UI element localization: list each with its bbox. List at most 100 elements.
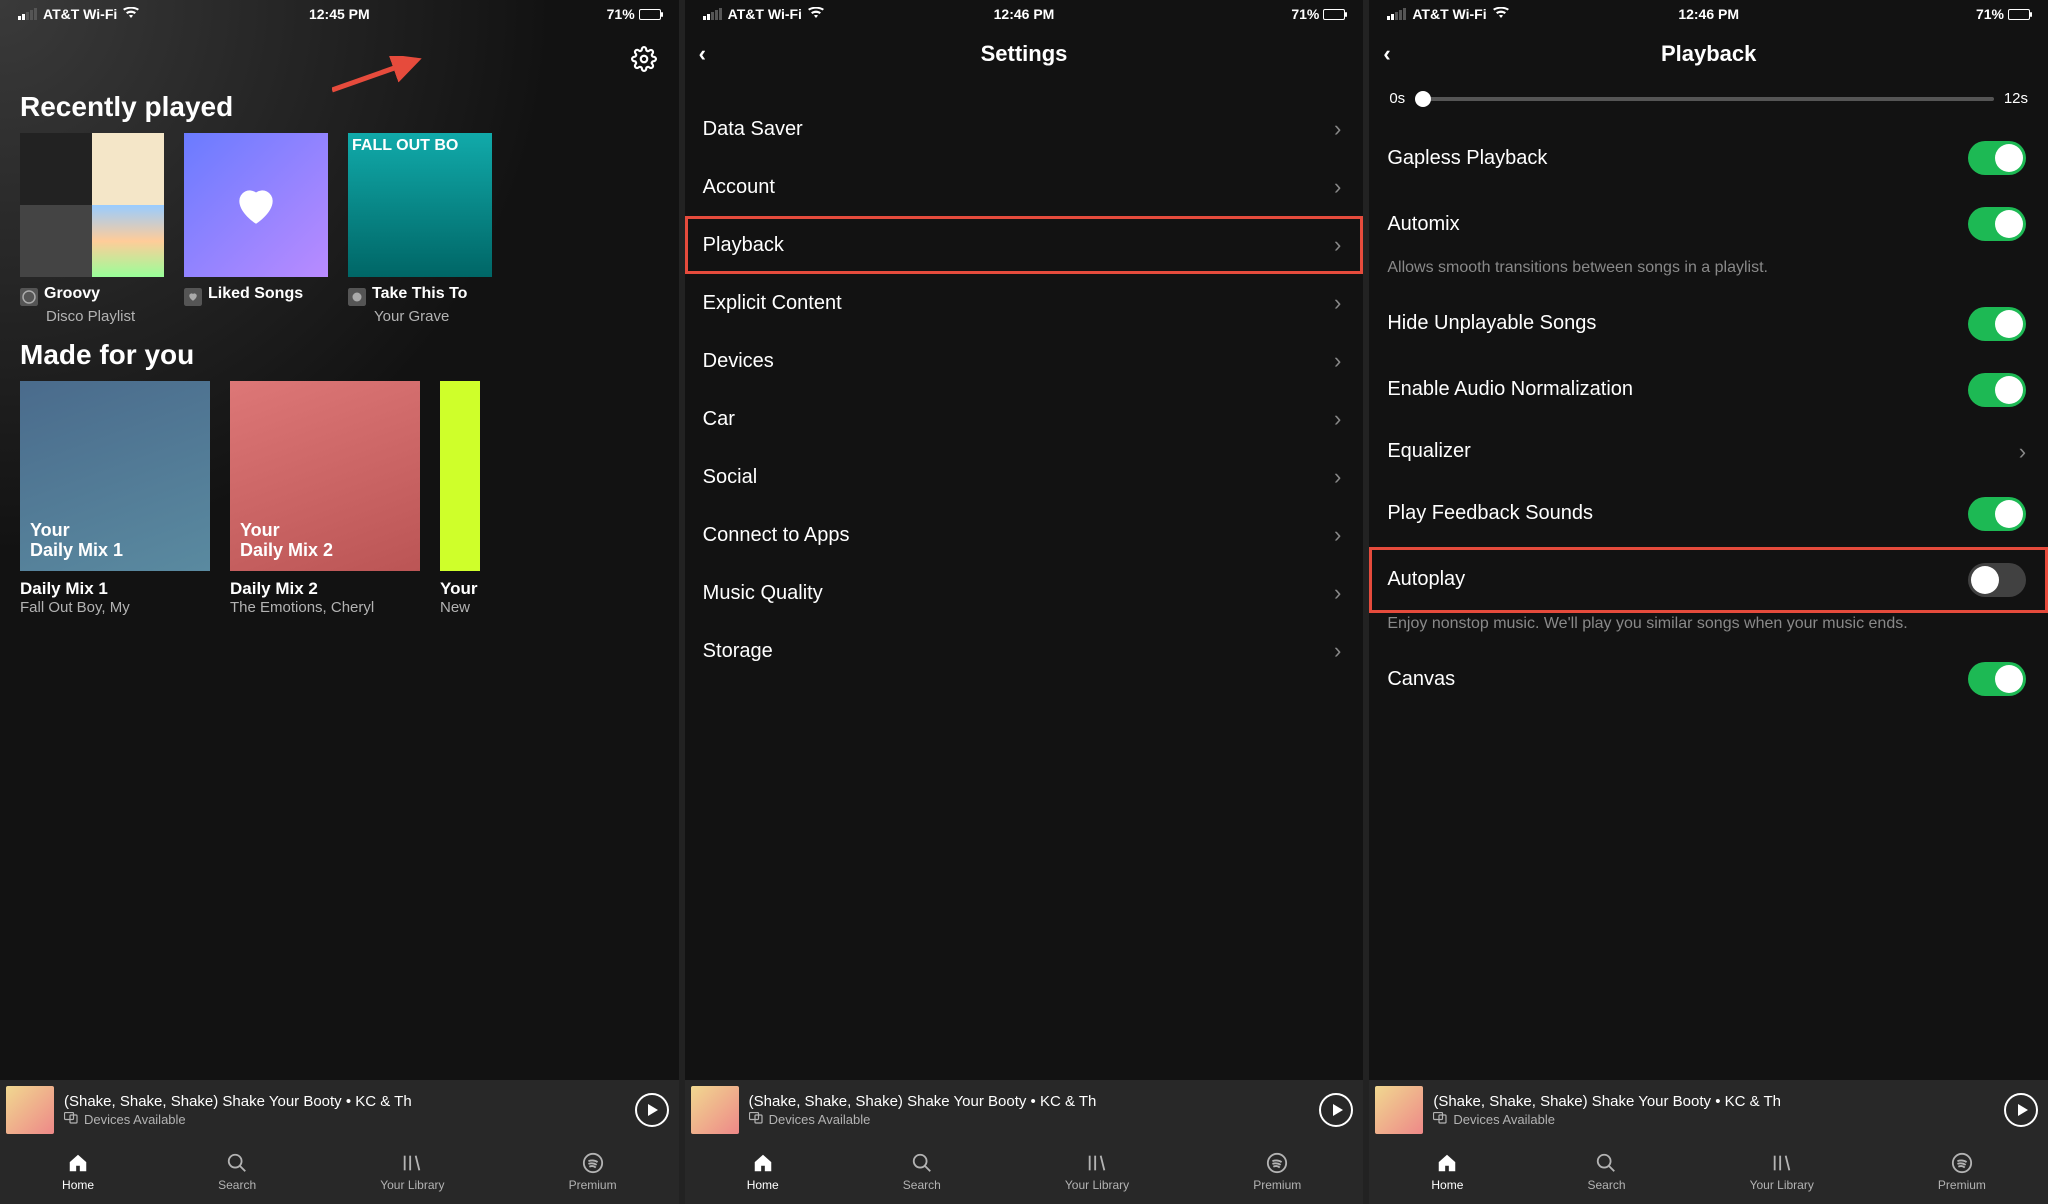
daily-mix-tile[interactable]: Your Daily Mix 1 Daily Mix 1 Fall Out Bo… <box>20 381 210 616</box>
tile-sub: The Emotions, Cheryl <box>230 599 420 616</box>
play-button[interactable] <box>635 1093 669 1127</box>
status-bar: AT&T Wi-Fi 12:46 PM 71% <box>1369 0 2048 28</box>
battery-pct: 71% <box>1976 6 2004 22</box>
devices-icon <box>1433 1112 1447 1127</box>
settings-row-data-saver[interactable]: Data Saver› <box>685 100 1364 158</box>
settings-row-devices[interactable]: Devices› <box>685 332 1364 390</box>
playback-row-hide-unplayable[interactable]: Hide Unplayable Songs <box>1369 291 2048 357</box>
gear-icon[interactable] <box>631 46 657 77</box>
chevron-right-icon: › <box>1334 116 1341 142</box>
settings-row-car[interactable]: Car› <box>685 390 1364 448</box>
now-playing-bar[interactable]: (Shake, Shake, Shake) Shake Your Booty •… <box>685 1080 1364 1140</box>
screen-playback: AT&T Wi-Fi 12:46 PM 71% ‹ Playback 0s 12… <box>1369 0 2048 1204</box>
nav-search[interactable]: Search <box>903 1152 941 1192</box>
nav-premium[interactable]: Premium <box>569 1152 617 1192</box>
toggle-feedback[interactable] <box>1968 497 2026 531</box>
screen-home: AT&T Wi-Fi 12:45 PM 71% Recently played … <box>0 0 679 1204</box>
playback-row-autoplay[interactable]: Autoplay <box>1369 547 2048 613</box>
playback-row-normalization[interactable]: Enable Audio Normalization <box>1369 357 2048 423</box>
playback-row-automix[interactable]: Automix <box>1369 191 2048 257</box>
chevron-right-icon: › <box>1334 348 1341 374</box>
nav-library[interactable]: Your Library <box>380 1152 444 1192</box>
playlist-tile[interactable]: Groovy Disco Playlist <box>20 133 164 325</box>
wifi-icon <box>808 6 824 22</box>
wifi-icon <box>1493 6 1509 22</box>
chevron-right-icon: › <box>1334 174 1341 200</box>
clock: 12:46 PM <box>994 6 1055 22</box>
chevron-right-icon: › <box>1334 638 1341 664</box>
tile-title: Groovy <box>44 285 100 303</box>
back-button[interactable]: ‹ <box>1383 41 1390 67</box>
settings-row-explicit[interactable]: Explicit Content› <box>685 274 1364 332</box>
settings-row-music-quality[interactable]: Music Quality› <box>685 564 1364 622</box>
tile-sub: New <box>440 599 480 616</box>
carrier-label: AT&T Wi-Fi <box>728 6 802 22</box>
screen-header: ‹ Settings <box>685 28 1364 80</box>
now-playing-title: (Shake, Shake, Shake) Shake Your Booty •… <box>749 1093 1310 1110</box>
album-art-icon <box>6 1086 54 1134</box>
slider-max: 12s <box>2004 90 2028 107</box>
bottom-nav: Home Search Your Library Premium <box>685 1140 1364 1204</box>
crossfade-slider[interactable]: 0s 12s <box>1369 80 2048 125</box>
settings-row-connect[interactable]: Connect to Apps› <box>685 506 1364 564</box>
tile-sub: Your Grave <box>348 308 492 325</box>
settings-row-account[interactable]: Account› <box>685 158 1364 216</box>
nav-library[interactable]: Your Library <box>1065 1152 1129 1192</box>
screen-header: ‹ Playback <box>1369 28 2048 80</box>
chevron-right-icon: › <box>1334 232 1341 258</box>
toggle-automix[interactable] <box>1968 207 2026 241</box>
battery-icon <box>639 9 661 20</box>
nav-premium[interactable]: Premium <box>1938 1152 1986 1192</box>
nav-search[interactable]: Search <box>1587 1152 1625 1192</box>
playback-row-gapless[interactable]: Gapless Playback <box>1369 125 2048 191</box>
playlist-tile[interactable]: FALL OUT BO Take This To Your Grave <box>348 133 492 325</box>
playback-row-feedback[interactable]: Play Feedback Sounds <box>1369 481 2048 547</box>
chevron-right-icon: › <box>1334 580 1341 606</box>
nav-search[interactable]: Search <box>218 1152 256 1192</box>
back-button[interactable]: ‹ <box>699 41 706 67</box>
slider-thumb[interactable] <box>1415 91 1431 107</box>
playback-row-equalizer[interactable]: Equalizer › <box>1369 423 2048 481</box>
settings-list: Data Saver› Account› Playback› Explicit … <box>685 80 1364 1204</box>
toggle-hide-unplayable[interactable] <box>1968 307 2026 341</box>
now-playing-bar[interactable]: (Shake, Shake, Shake) Shake Your Booty •… <box>1369 1080 2048 1140</box>
devices-icon <box>64 1112 78 1127</box>
header-title: Playback <box>1661 41 1756 67</box>
toggle-canvas[interactable] <box>1968 662 2026 696</box>
tile-title: Daily Mix 2 <box>230 579 420 599</box>
now-playing-bar[interactable]: (Shake, Shake, Shake) Shake Your Booty •… <box>0 1080 679 1140</box>
nav-home[interactable]: Home <box>62 1152 94 1192</box>
screen-settings: AT&T Wi-Fi 12:46 PM 71% ‹ Settings Data … <box>685 0 1364 1204</box>
chevron-right-icon: › <box>1334 406 1341 432</box>
tile-title: Liked Songs <box>208 285 303 303</box>
album-art-icon <box>1375 1086 1423 1134</box>
toggle-gapless[interactable] <box>1968 141 2026 175</box>
settings-row-playback[interactable]: Playback› <box>685 216 1364 274</box>
signal-icon <box>703 8 722 20</box>
nav-library[interactable]: Your Library <box>1750 1152 1814 1192</box>
tile-title: Take This To <box>372 285 467 303</box>
play-button[interactable] <box>2004 1093 2038 1127</box>
bottom-nav: Home Search Your Library Premium <box>0 1140 679 1204</box>
slider-min: 0s <box>1389 90 1405 107</box>
nav-home[interactable]: Home <box>1431 1152 1463 1192</box>
nav-premium[interactable]: Premium <box>1253 1152 1301 1192</box>
settings-row-social[interactable]: Social› <box>685 448 1364 506</box>
toggle-normalization[interactable] <box>1968 373 2026 407</box>
chevron-right-icon: › <box>1334 522 1341 548</box>
daily-mix-tile[interactable]: Your Daily Mix 2 Daily Mix 2 The Emotion… <box>230 381 420 616</box>
daily-mix-tile[interactable]: Your New <box>440 381 480 616</box>
chevron-right-icon: › <box>2019 439 2026 465</box>
devices-label: Devices Available <box>769 1112 871 1127</box>
playlist-tile[interactable]: Liked Songs <box>184 133 328 325</box>
tile-sub: Disco Playlist <box>20 308 164 325</box>
play-button[interactable] <box>1319 1093 1353 1127</box>
nav-home[interactable]: Home <box>747 1152 779 1192</box>
chevron-right-icon: › <box>1334 464 1341 490</box>
toggle-autoplay[interactable] <box>1968 563 2026 597</box>
settings-row-storage[interactable]: Storage› <box>685 622 1364 680</box>
playback-row-canvas[interactable]: Canvas <box>1369 646 2048 712</box>
header-title: Settings <box>981 41 1068 67</box>
carrier-label: AT&T Wi-Fi <box>43 6 117 22</box>
clock: 12:46 PM <box>1678 6 1739 22</box>
